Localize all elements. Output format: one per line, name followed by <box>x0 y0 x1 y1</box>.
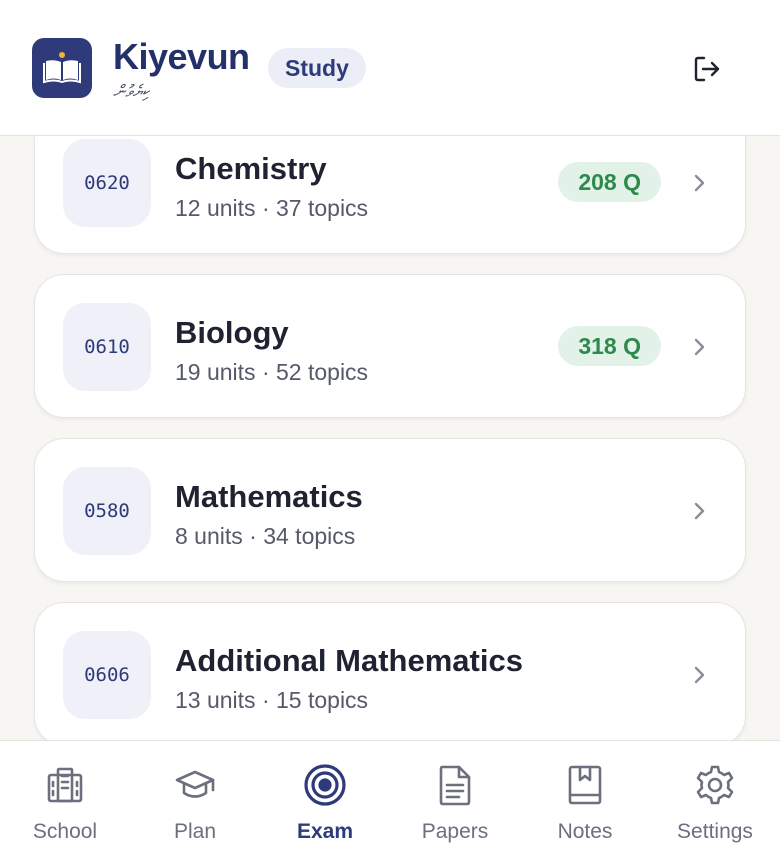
nav-label: Plan <box>173 820 217 843</box>
course-list[interactable]: 0620 Chemistry 12 units · 37 topics 208 … <box>0 136 780 740</box>
nav-label: School <box>32 820 98 843</box>
chevron-right-icon <box>694 338 705 356</box>
gear-icon <box>696 765 734 805</box>
course-card[interactable]: 0620 Chemistry 12 units · 37 topics 208 … <box>34 136 746 254</box>
graduation-cap-icon <box>175 770 215 798</box>
course-name: Chemistry <box>175 151 327 186</box>
bottom-nav: School Plan Exam Papers Notes Settings <box>0 740 780 860</box>
course-code: 0580 <box>63 467 151 555</box>
chevron-right-icon <box>694 174 705 192</box>
course-meta: 8 units · 34 topics <box>175 523 356 549</box>
course-code: 0610 <box>63 303 151 391</box>
course-name: Biology <box>175 315 289 350</box>
nav-item-notes[interactable]: Notes <box>520 741 650 860</box>
logout-icon <box>694 56 720 82</box>
app-header: Kiyevun ކިޔެވުން Study <box>0 0 780 136</box>
course-meta: 19 units · 52 topics <box>175 359 369 385</box>
notebook-icon <box>568 765 602 805</box>
nav-label: Settings <box>677 820 753 843</box>
nav-label: Papers <box>421 820 489 843</box>
nav-item-plan[interactable]: Plan <box>130 741 260 860</box>
chevron-right-icon <box>694 502 705 520</box>
course-meta: 13 units · 15 topics <box>175 687 369 713</box>
app-logo <box>32 38 92 98</box>
nav-label: Exam <box>296 820 354 843</box>
course-meta: 12 units · 37 topics <box>175 195 369 221</box>
nav-label: Notes <box>557 820 613 843</box>
chevron-right-icon <box>694 666 705 684</box>
course-name: Additional Mathematics <box>175 643 523 678</box>
course-code: 0620 <box>63 139 151 227</box>
app-subtitle: ކިޔެވުން <box>113 82 149 101</box>
question-count-badge: 208 Q <box>558 162 661 202</box>
nav-item-exam[interactable]: Exam <box>260 741 390 860</box>
course-card[interactable]: 0610 Biology 19 units · 52 topics 318 Q <box>34 274 746 418</box>
nav-item-papers[interactable]: Papers <box>390 741 520 860</box>
nav-item-settings[interactable]: Settings <box>650 741 780 860</box>
course-card[interactable]: 0580 Mathematics 8 units · 34 topics <box>34 438 746 582</box>
nav-item-school[interactable]: School <box>0 741 130 860</box>
course-name: Mathematics <box>175 479 363 514</box>
app-title: Kiyevun <box>113 36 250 77</box>
building-icon <box>47 767 83 803</box>
book-icon <box>43 52 81 84</box>
course-card[interactable]: 0606 Additional Mathematics 13 units · 1… <box>34 602 746 740</box>
course-code: 0606 <box>63 631 151 719</box>
target-icon <box>304 764 346 806</box>
document-icon <box>439 765 471 806</box>
logout-button[interactable] <box>688 50 726 88</box>
question-count-badge: 318 Q <box>558 326 661 366</box>
mode-pill[interactable]: Study <box>268 48 366 88</box>
